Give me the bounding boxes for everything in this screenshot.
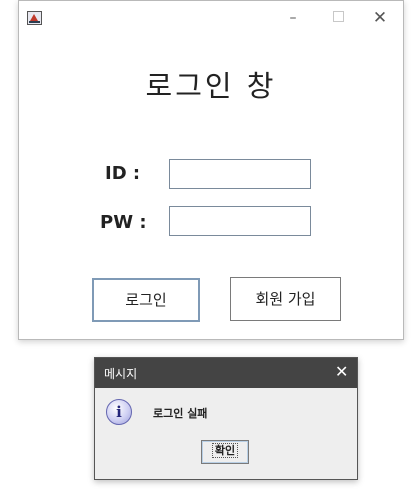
id-label: ID : (105, 163, 141, 184)
java-app-icon (27, 11, 42, 25)
window-titlebar: – ✕ (19, 1, 403, 35)
maximize-icon (332, 11, 344, 22)
maximize-button[interactable] (326, 7, 350, 29)
signup-button[interactable]: 회원 가입 (230, 277, 341, 321)
dialog-close-button[interactable]: ✕ (335, 362, 348, 381)
login-button[interactable]: 로그인 (92, 278, 200, 322)
id-input[interactable] (169, 159, 311, 189)
pw-label: PW : (100, 212, 147, 233)
ok-button[interactable]: 확인 (201, 440, 249, 464)
close-button[interactable]: ✕ (368, 7, 392, 29)
dialog-titlebar: 메시지 ✕ (95, 358, 357, 388)
page-title: 로그인 창 (145, 69, 277, 103)
dialog-message: 로그인 실패 (153, 407, 208, 420)
message-dialog: 메시지 ✕ i 로그인 실패 확인 (94, 357, 358, 480)
login-window: – ✕ 로그인 창 ID : PW : 로그인 회원 가입 (18, 0, 404, 340)
minimize-button[interactable]: – (281, 7, 305, 29)
pw-input[interactable] (169, 206, 311, 236)
ok-button-label: 확인 (211, 443, 239, 458)
dialog-title: 메시지 (104, 367, 138, 381)
info-icon: i (106, 399, 132, 425)
